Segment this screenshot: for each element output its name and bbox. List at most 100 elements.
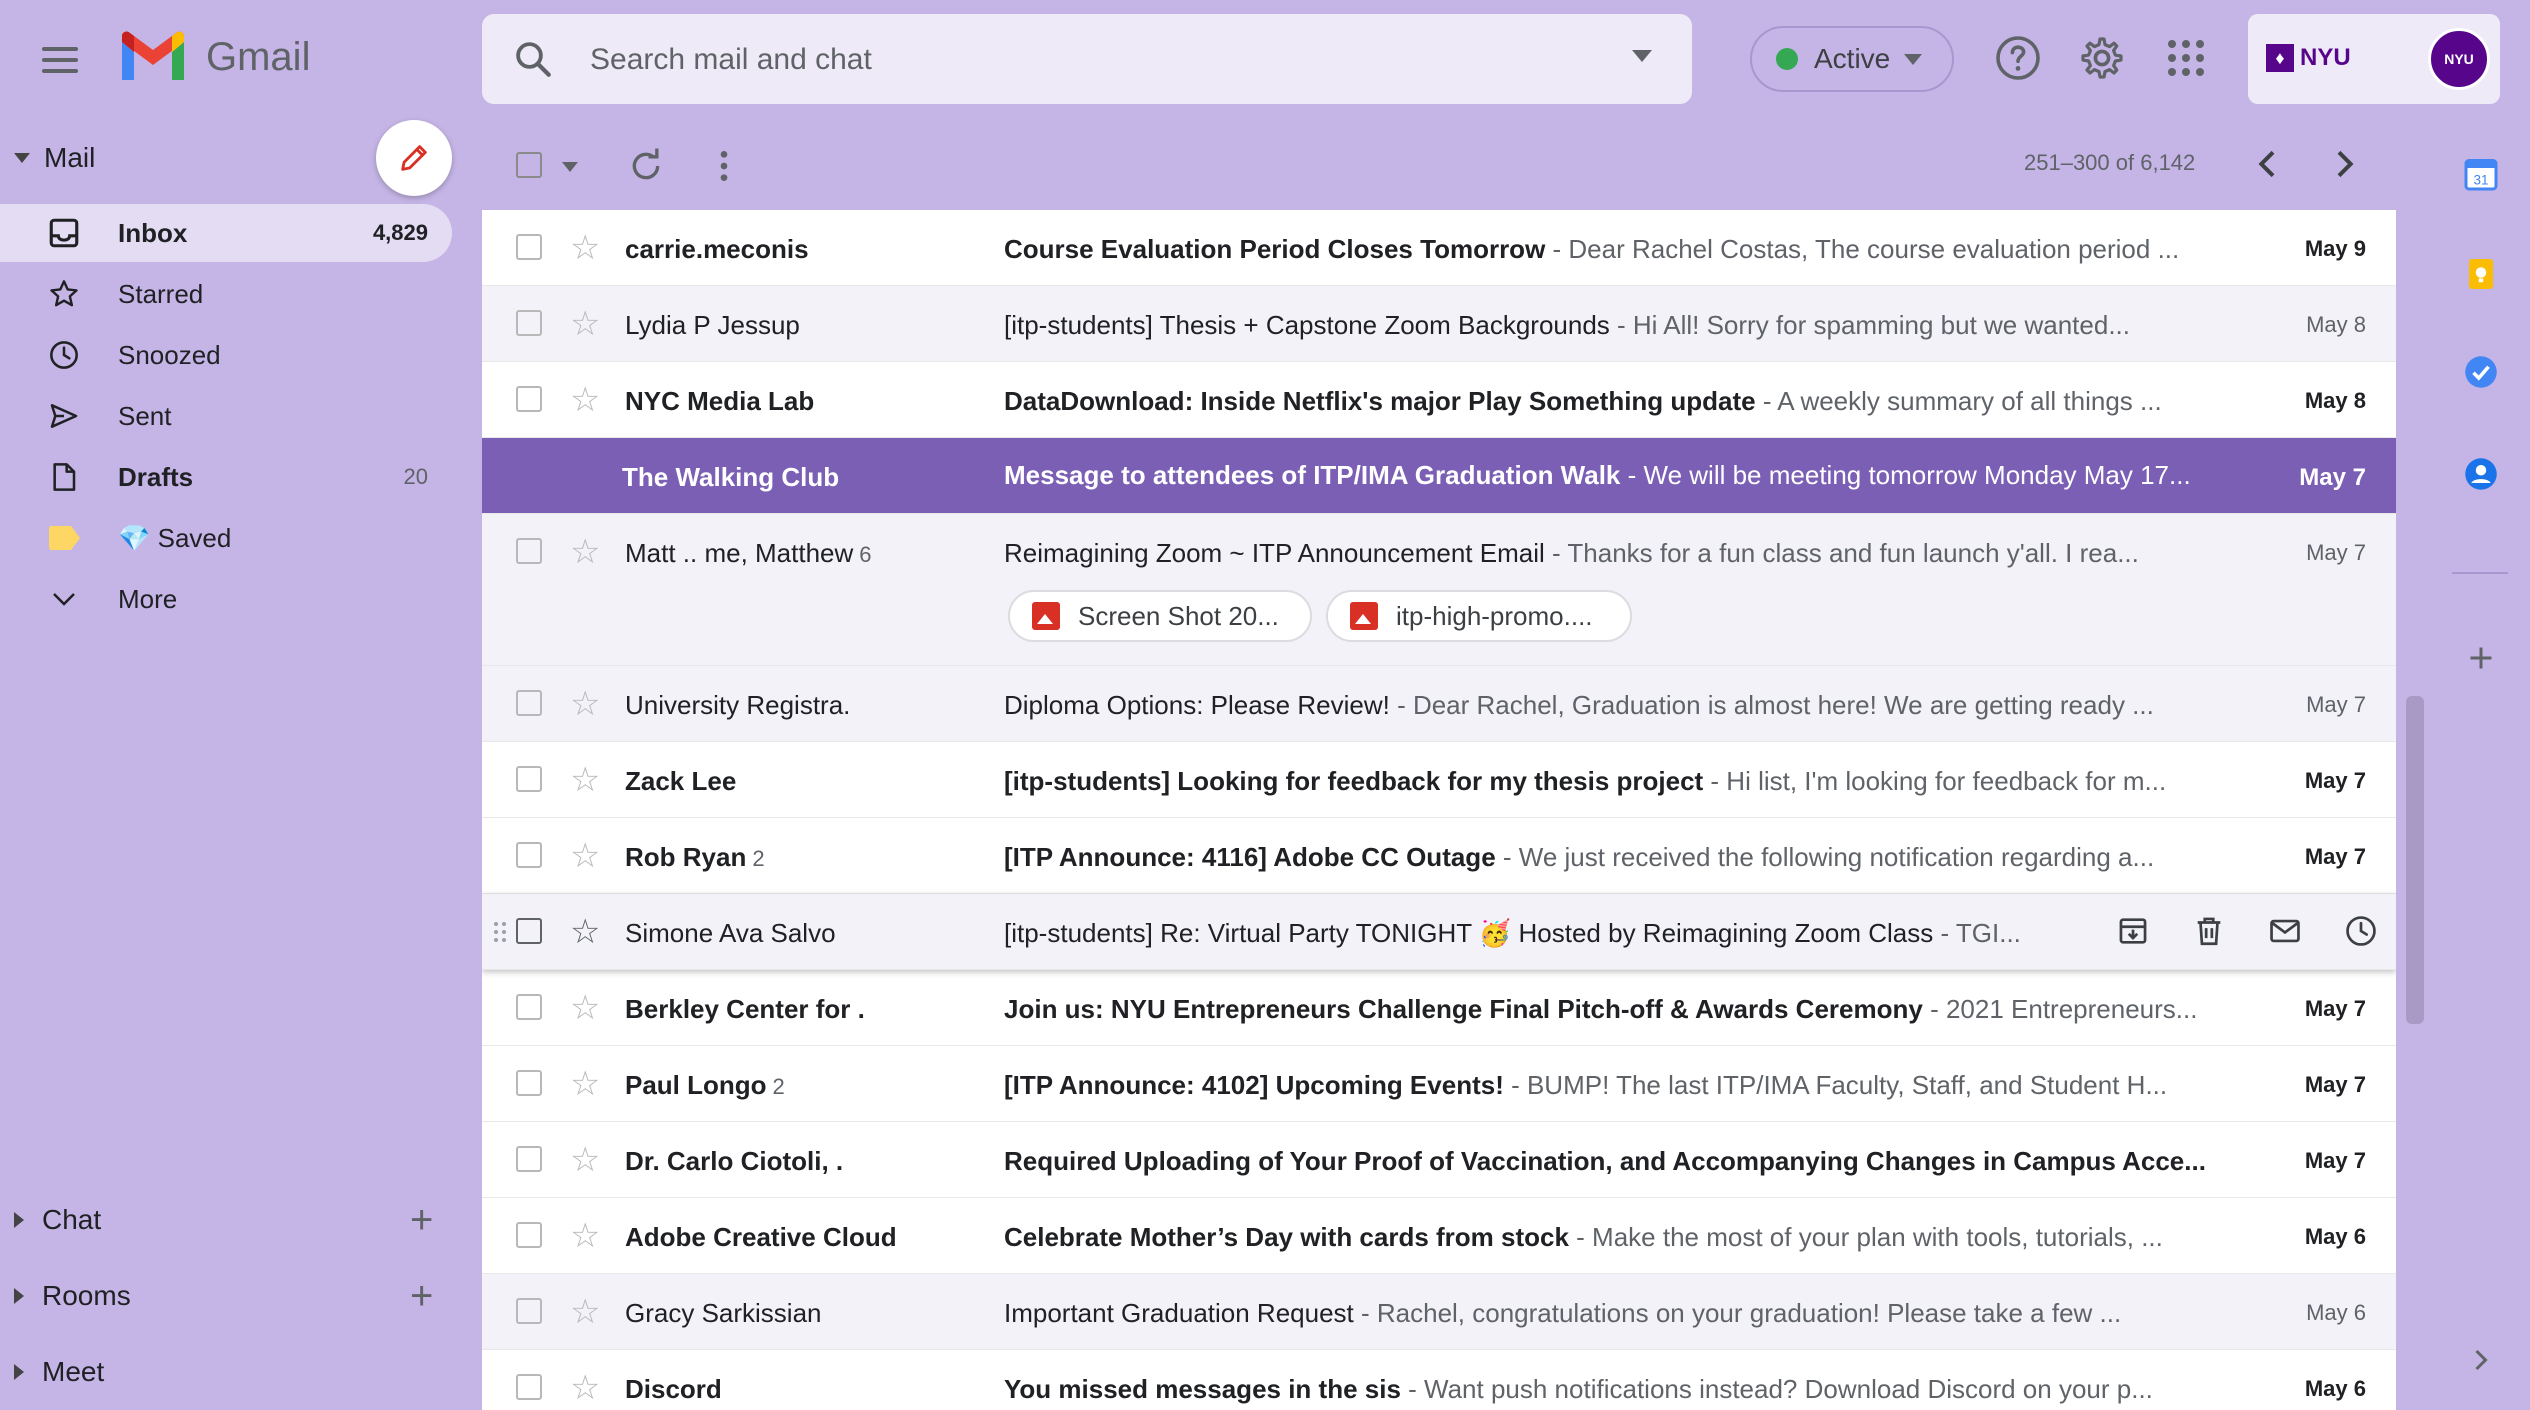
main-menu-icon[interactable] (42, 38, 86, 82)
star-icon[interactable]: ☆ (570, 1216, 600, 1256)
archive-icon[interactable] (2114, 912, 2152, 950)
row-checkbox[interactable] (516, 690, 542, 716)
sidebar-item-sent[interactable]: Sent (0, 387, 452, 445)
search-input[interactable] (588, 34, 1572, 86)
email-row[interactable]: ☆ Berkley Center for . Join us: NYU Entr… (482, 970, 2396, 1046)
row-checkbox[interactable] (516, 918, 542, 944)
select-options-icon[interactable] (562, 162, 578, 172)
star-icon[interactable]: ☆ (570, 380, 600, 420)
row-checkbox[interactable] (516, 538, 542, 564)
email-row[interactable]: ☆ carrie.meconis Course Evaluation Perio… (482, 210, 2396, 286)
contacts-icon[interactable] (2463, 456, 2499, 492)
meet-section-header[interactable]: Meet (14, 1356, 444, 1388)
delete-trash-icon[interactable] (2190, 912, 2228, 950)
mail-section-header[interactable]: Mail (14, 142, 95, 174)
email-row[interactable]: ☆ Dr. Carlo Ciotoli, . Required Uploadin… (482, 1122, 2396, 1198)
star-icon[interactable]: ☆ (570, 1368, 600, 1408)
email-row[interactable]: ☆ Gracy Sarkissian Important Graduation … (482, 1274, 2396, 1350)
add-addon-plus-icon[interactable] (2463, 640, 2499, 676)
nyu-org-logo[interactable]: ♦ NYU (2266, 44, 2351, 72)
email-row[interactable]: ☆ Lydia P Jessup [itp-students] Thesis +… (482, 286, 2396, 362)
account-avatar[interactable]: NYU (2428, 28, 2490, 90)
apps-grid-icon[interactable] (2162, 34, 2210, 82)
settings-gear-icon[interactable] (2078, 34, 2126, 82)
star-icon[interactable]: ☆ (570, 1064, 600, 1104)
app-name: Gmail (206, 34, 311, 79)
attachment-chip[interactable]: itp-high-promo.... (1326, 590, 1632, 642)
email-row[interactable]: ☆ Simone Ava Salvo [itp-students] Re: Vi… (482, 894, 2396, 970)
subject: You missed messages in the sis (1004, 1374, 1401, 1404)
star-icon[interactable]: ☆ (570, 684, 600, 724)
star-icon[interactable]: ☆ (570, 1140, 600, 1180)
email-row[interactable]: ☆ University Registra. Diploma Options: … (482, 666, 2396, 742)
calendar-icon[interactable]: 31 (2463, 156, 2499, 192)
status-button[interactable]: Active (1750, 26, 1954, 92)
row-checkbox[interactable] (516, 1298, 542, 1324)
scrollbar-thumb[interactable] (2406, 696, 2424, 1024)
sidebar-item-starred[interactable]: Starred (0, 265, 452, 323)
row-checkbox[interactable] (516, 1146, 542, 1172)
attachment-chip[interactable]: Screen Shot 20... (1008, 590, 1312, 642)
sidebar-item-more[interactable]: More (0, 570, 452, 628)
compose-button[interactable] (376, 120, 452, 196)
select-all-checkbox[interactable] (516, 152, 542, 178)
drag-handle-icon[interactable] (492, 920, 508, 944)
collapse-icon (14, 153, 30, 163)
subject-line: Course Evaluation Period Closes Tomorrow… (1004, 234, 2224, 265)
tasks-icon[interactable] (2463, 354, 2499, 390)
gmail-logo[interactable]: Gmail (118, 30, 310, 84)
account-area[interactable]: ♦ NYU NYU (2248, 14, 2500, 104)
sidebar-item-snoozed[interactable]: Snoozed (0, 326, 452, 384)
chevron-left-icon[interactable] (2248, 144, 2288, 184)
rooms-section-header[interactable]: Rooms + (14, 1276, 444, 1316)
chevron-right-icon[interactable] (2324, 144, 2364, 184)
sidebar-item-drafts[interactable]: Drafts 20 (0, 448, 452, 506)
star-icon[interactable]: ☆ (570, 836, 600, 876)
sender: Adobe Creative Cloud (625, 1222, 897, 1252)
row-checkbox[interactable] (516, 994, 542, 1020)
date: May 7 (2304, 996, 2366, 1021)
mark-unread-envelope-icon[interactable] (2266, 912, 2304, 950)
email-row[interactable]: ☆ Matt .. me, Matthew 6 Reimagining Zoom … (482, 514, 2396, 666)
star-icon[interactable]: ☆ (570, 760, 600, 800)
star-icon[interactable]: ☆ (570, 304, 600, 344)
snooze-clock-icon[interactable] (2342, 912, 2380, 950)
email-row[interactable]: ☆ Zack Lee [itp-students] Looking for fe… (482, 742, 2396, 818)
new-room-plus-icon[interactable]: + (410, 1276, 433, 1316)
star-icon[interactable]: ☆ (570, 228, 600, 268)
star-icon[interactable]: ☆ (570, 912, 600, 952)
email-row[interactable]: ☆ Adobe Creative Cloud Celebrate Mother’… (482, 1198, 2396, 1274)
help-icon[interactable] (1994, 34, 2042, 82)
row-checkbox[interactable] (516, 766, 542, 792)
star-icon[interactable]: ☆ (570, 532, 600, 572)
refresh-icon[interactable] (626, 146, 666, 186)
row-checkbox[interactable] (516, 1070, 542, 1096)
sidebar-item-inbox[interactable]: Inbox 4,829 (0, 204, 452, 262)
sidebar-item-saved[interactable]: 💎 Saved (0, 509, 452, 567)
chat-section-header[interactable]: Chat + (14, 1200, 444, 1240)
row-checkbox[interactable] (516, 842, 542, 868)
email-row[interactable]: ☆ Paul Longo 2 [ITP Announce: 4102] Upcom… (482, 1046, 2396, 1122)
sidebar-item-label: Inbox (118, 217, 188, 248)
row-checkbox[interactable] (516, 310, 542, 336)
search-icon[interactable] (512, 38, 554, 80)
email-row[interactable]: ☆ Discord You missed messages in the sis… (482, 1350, 2396, 1410)
date: May 7 (2304, 768, 2366, 793)
search-bar[interactable] (482, 14, 1692, 104)
search-options-icon[interactable] (1632, 50, 1652, 62)
star-icon[interactable]: ☆ (570, 1292, 600, 1332)
sender: Gracy Sarkissian (625, 1298, 822, 1328)
chevron-right-icon[interactable] (2463, 1342, 2499, 1378)
email-row[interactable]: ☆ NYC Media Lab DataDownload: Inside Net… (482, 362, 2396, 438)
email-row[interactable]: The Walking Club Message to attendees of… (482, 438, 2396, 514)
date: May 7 (2304, 1148, 2366, 1173)
email-row[interactable]: ☆ Rob Ryan 2 [ITP Announce: 4116] Adobe C… (482, 818, 2396, 894)
row-checkbox[interactable] (516, 234, 542, 260)
keep-notes-icon[interactable] (2463, 256, 2499, 292)
row-checkbox[interactable] (516, 1374, 542, 1400)
row-checkbox[interactable] (516, 386, 542, 412)
new-chat-plus-icon[interactable]: + (410, 1200, 433, 1240)
star-icon[interactable]: ☆ (570, 988, 600, 1028)
row-checkbox[interactable] (516, 1222, 542, 1248)
more-vert-icon[interactable] (704, 146, 744, 186)
